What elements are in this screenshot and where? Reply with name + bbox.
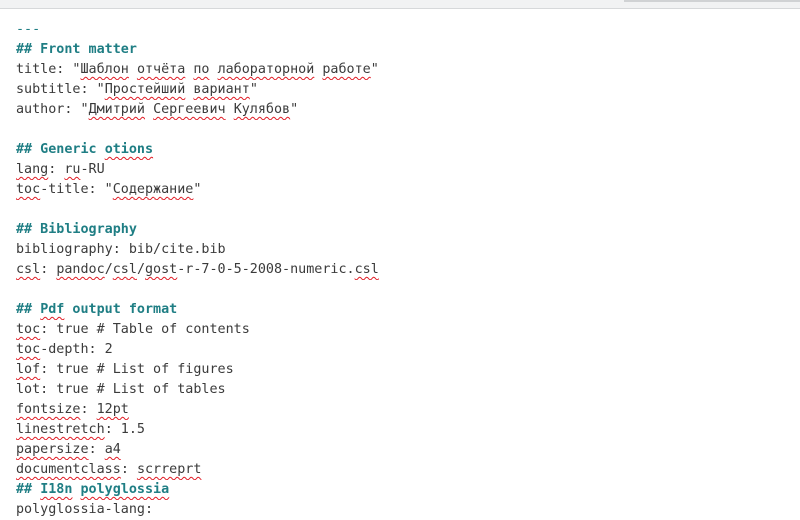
text-segment	[226, 102, 234, 117]
misspelled-word: otions	[104, 142, 154, 157]
text-segment: ## Bibliography	[16, 222, 137, 237]
editor-code-line[interactable]: papersize: a4	[16, 440, 800, 460]
text-segment	[72, 482, 80, 497]
misspelled-word: scrreprt	[136, 462, 202, 477]
editor-heading-line[interactable]: ## Generic otions	[16, 140, 800, 160]
text-segment: ## Generic	[16, 142, 105, 157]
editor-code-line[interactable]: polyglossia-lang:	[16, 500, 800, 520]
misspelled-word: csl	[354, 262, 379, 277]
misspelled-word: csl	[112, 262, 137, 277]
editor-code-line[interactable]: linestretch: 1.5	[16, 420, 800, 440]
tab-strip-edge	[624, 0, 800, 2]
text-segment: -r-7-0-5-2008-numeric.	[177, 262, 355, 277]
text-segment: author: "	[16, 102, 89, 117]
editor-code-line[interactable]: toc: true # Table of contents	[16, 320, 800, 340]
editor-code-line[interactable]: fontsize: 12pt	[16, 400, 800, 420]
editor-code-line[interactable]: toc-title: "Содержание"	[16, 180, 800, 200]
text-segment: ---	[16, 22, 41, 37]
text-segment: :	[40, 262, 57, 277]
editor-code-line[interactable]: subtitle: "Простейший вариант"	[16, 80, 800, 100]
editor-blank-line[interactable]	[16, 200, 800, 220]
text-segment	[210, 62, 218, 77]
editor-code-line[interactable]: toc-depth: 2	[16, 340, 800, 360]
misspelled-word: a4	[104, 442, 121, 457]
text-segment: : true # Table of contents	[40, 322, 250, 337]
text-segment: subtitle: "	[16, 82, 105, 97]
text-segment: :	[48, 162, 65, 177]
misspelled-word: lof	[16, 362, 41, 377]
editor-blank-line[interactable]	[16, 120, 800, 140]
text-segment: bibliography: bib/cite.bib	[16, 242, 226, 257]
text-segment: -title: "	[40, 182, 113, 197]
misspelled-word: Дмитрий	[88, 102, 145, 117]
misspelled-word: lang	[16, 162, 49, 177]
misspelled-word: вариант	[193, 82, 250, 97]
misspelled-word: Сергеевич	[153, 102, 226, 117]
misspelled-word: gost	[145, 262, 178, 277]
editor-heading-line[interactable]: ## I18n polyglossia	[16, 480, 800, 500]
text-segment: :	[88, 442, 105, 457]
misspelled-word: отчёта	[136, 62, 186, 77]
text-segment: title: "	[16, 62, 81, 77]
misspelled-word: работе	[322, 62, 371, 77]
misspelled-word: polyglossia	[80, 482, 170, 497]
misspelled-word: Pdf	[40, 302, 65, 317]
text-segment: output format	[64, 302, 178, 317]
text-segment: ## Front matter	[16, 42, 137, 57]
text-segment: "	[249, 82, 258, 97]
editor-heading-line[interactable]: ## Bibliography	[16, 220, 800, 240]
editor-code-line[interactable]: author: "Дмитрий Сергеевич Кулябов"	[16, 100, 800, 120]
misspelled-word: по	[193, 62, 210, 77]
editor-code-line[interactable]: ---	[16, 20, 800, 40]
misspelled-word: linestretch	[16, 422, 105, 437]
text-segment: ##	[16, 302, 41, 317]
text-segment: :	[120, 462, 137, 477]
text-segment: -depth: 2	[40, 342, 113, 357]
editor-code-line[interactable]: lot: true # List of tables	[16, 380, 800, 400]
misspelled-word: csl	[16, 262, 41, 277]
misspelled-word: papersize	[16, 442, 89, 457]
misspelled-word: Кулябов	[233, 102, 291, 117]
editor-code-line[interactable]: documentclass: scrreprt	[16, 460, 800, 480]
editor-heading-line[interactable]: ## Front matter	[16, 40, 800, 60]
window-top-bar	[0, 0, 800, 9]
text-segment: ##	[16, 482, 41, 497]
misspelled-word: 12pt	[96, 402, 129, 417]
misspelled-word: Содержание	[112, 182, 194, 197]
misspelled-word: pandoc	[56, 262, 105, 277]
misspelled-word: лабораторной	[217, 62, 315, 77]
text-segment: -RU	[80, 162, 105, 177]
editor-code-line[interactable]: lang: ru-RU	[16, 160, 800, 180]
editor-code-line[interactable]: lof: true # List of figures	[16, 360, 800, 380]
text-segment: /	[104, 262, 113, 277]
misspelled-word: I18n	[40, 482, 73, 497]
misspelled-word: toc	[16, 182, 41, 197]
misspelled-word: ru	[64, 162, 81, 177]
text-editor-area[interactable]: --- ## Front matter title: "Шаблон отчёта …	[16, 20, 800, 517]
text-segment: :	[80, 402, 97, 417]
editor-code-line[interactable]: bibliography: bib/cite.bib	[16, 240, 800, 260]
text-segment: lot: true # List of tables	[16, 382, 226, 397]
misspelled-word: documentclass	[16, 462, 121, 477]
editor-heading-line[interactable]: ## Pdf output format	[16, 300, 800, 320]
text-segment: : 1.5	[104, 422, 145, 437]
text-segment: /	[136, 262, 145, 277]
text-segment: "	[193, 182, 202, 197]
misspelled-word: toc	[16, 322, 41, 337]
editor-blank-line[interactable]	[16, 280, 800, 300]
editor-code-line[interactable]: title: "Шаблон отчёта по лабораторной ра…	[16, 60, 800, 80]
text-segment	[145, 102, 153, 117]
misspelled-word: toc	[16, 342, 41, 357]
editor-code-line[interactable]: csl: pandoc/csl/gost-r-7-0-5-2008-numeri…	[16, 260, 800, 280]
misspelled-word: Шаблон	[80, 62, 129, 77]
text-segment: "	[290, 102, 299, 117]
misspelled-word: fontsize	[16, 402, 81, 417]
text-segment	[129, 62, 137, 77]
text-segment: "	[370, 62, 379, 77]
misspelled-word: Простейший	[104, 82, 186, 97]
text-segment: : true # List of figures	[40, 362, 234, 377]
